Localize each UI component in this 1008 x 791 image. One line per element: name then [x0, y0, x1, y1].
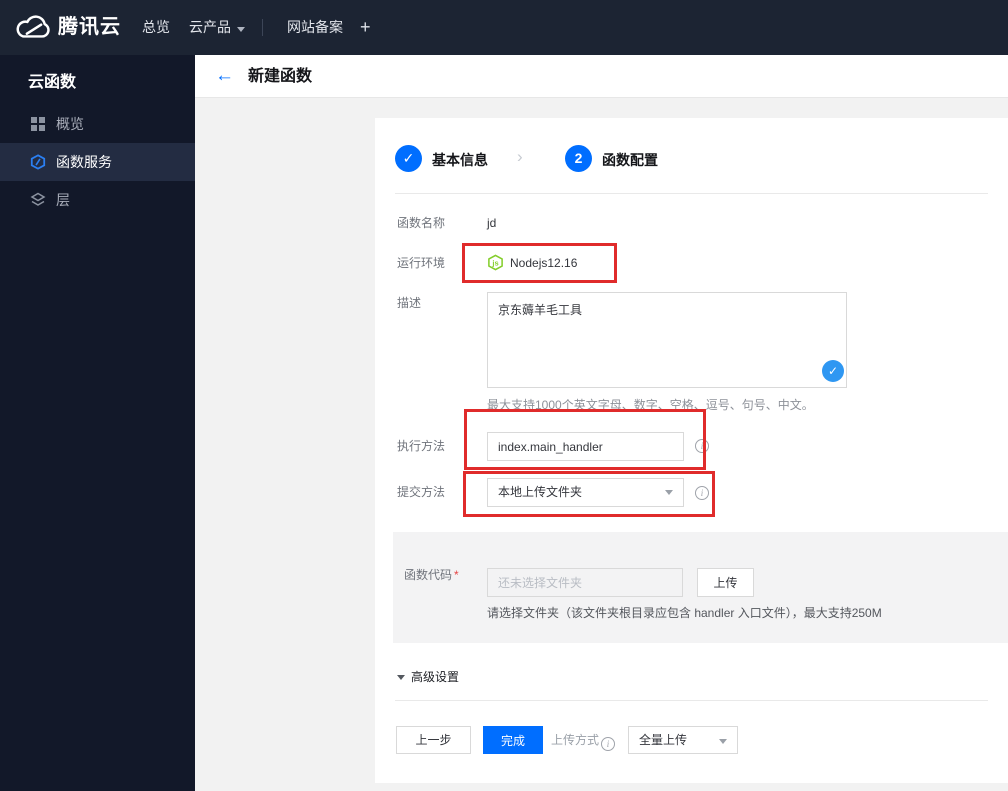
description-textarea[interactable]: 京东薅羊毛工具	[487, 292, 847, 388]
description-hint: 最大支持1000个英文字母、数字、空格、逗号、句号、中文。	[487, 398, 814, 412]
page-header: ← 新建函数	[195, 55, 1008, 98]
runtime-value: Nodejs12.16	[510, 256, 578, 270]
sidebar-item-layers[interactable]: 层	[0, 181, 195, 219]
submit-method-select[interactable]: 本地上传文件夹	[487, 478, 684, 507]
sidebar-item-function-service[interactable]: 函数服务	[0, 143, 195, 181]
chevron-down-icon	[237, 27, 245, 32]
brand-name[interactable]: 腾讯云	[58, 0, 121, 55]
layers-icon	[30, 192, 46, 206]
topnav-overview[interactable]: 总览	[142, 0, 170, 55]
sidebar: 云函数 概览 函数服务 层	[0, 55, 195, 791]
function-code-hint: 请选择文件夹（该文件夹根目录应包含 handler 入口文件），最大支持250M	[487, 606, 882, 620]
upload-mode-info-icon[interactable]: i	[601, 737, 616, 751]
page-title: 新建函数	[248, 68, 313, 85]
required-asterisk: *	[454, 568, 459, 582]
back-button[interactable]: ←	[215, 55, 234, 98]
step-1-done-icon: ✓	[395, 145, 422, 172]
advanced-settings-toggle[interactable]: 高级设置	[397, 669, 459, 685]
step-2-label: 函数配置	[602, 152, 658, 168]
footer-divider	[395, 700, 988, 701]
sidebar-item-label: 函数服务	[56, 154, 112, 170]
function-name-value: jd	[487, 216, 497, 230]
svg-text:js: js	[491, 258, 498, 267]
upload-mode-select[interactable]: 全量上传	[628, 726, 738, 754]
nodejs-icon: js	[488, 254, 503, 271]
top-navigation-bar: 腾讯云 总览 云产品 网站备案 +	[0, 0, 1008, 55]
function-name-label: 函数名称	[397, 216, 446, 230]
description-label: 描述	[397, 296, 422, 310]
upload-mode-label: 上传方式 i	[551, 732, 616, 751]
sidebar-item-overview[interactable]: 概览	[0, 105, 195, 143]
topnav-products[interactable]: 云产品	[189, 0, 245, 55]
upload-button[interactable]: 上传	[697, 568, 754, 597]
step-separator-chevron-icon: ›	[517, 147, 523, 166]
topnav-divider	[262, 19, 263, 36]
upload-mode-value: 全量上传	[639, 733, 688, 747]
previous-step-button[interactable]: 上一步	[396, 726, 471, 754]
steps-divider	[395, 193, 988, 194]
chevron-down-icon	[719, 739, 727, 744]
submit-method-info-icon[interactable]: i	[695, 486, 709, 500]
sidebar-item-label: 概览	[56, 116, 84, 132]
submit-method-label: 提交方法	[397, 485, 446, 499]
step-1-label: 基本信息	[432, 152, 488, 168]
submit-method-value: 本地上传文件夹	[498, 485, 583, 499]
handler-label: 执行方法	[397, 439, 446, 453]
topnav-add-button[interactable]: +	[360, 0, 371, 55]
folder-path-input[interactable]	[487, 568, 683, 597]
function-hexagon-icon	[30, 154, 46, 170]
tencent-cloud-logo-icon[interactable]	[15, 13, 53, 42]
function-code-label: 函数代码 *	[404, 568, 459, 582]
chevron-down-icon	[665, 490, 673, 495]
grid-icon	[31, 117, 45, 131]
runtime-label: 运行环境	[397, 256, 446, 270]
triangle-down-icon	[397, 675, 405, 680]
topnav-beian[interactable]: 网站备案	[287, 0, 343, 55]
step-2-number: 2	[565, 145, 592, 172]
sidebar-title: 云函数	[28, 74, 77, 91]
sidebar-item-label: 层	[56, 192, 70, 208]
finish-button[interactable]: 完成	[483, 726, 543, 754]
handler-info-icon[interactable]: i	[695, 439, 709, 453]
handler-input[interactable]	[487, 432, 684, 461]
validation-check-icon: ✓	[822, 360, 844, 382]
create-function-card: ✓ 基本信息 › 2 函数配置 函数名称 jd 运行环境 js Nodejs12…	[375, 118, 1008, 783]
